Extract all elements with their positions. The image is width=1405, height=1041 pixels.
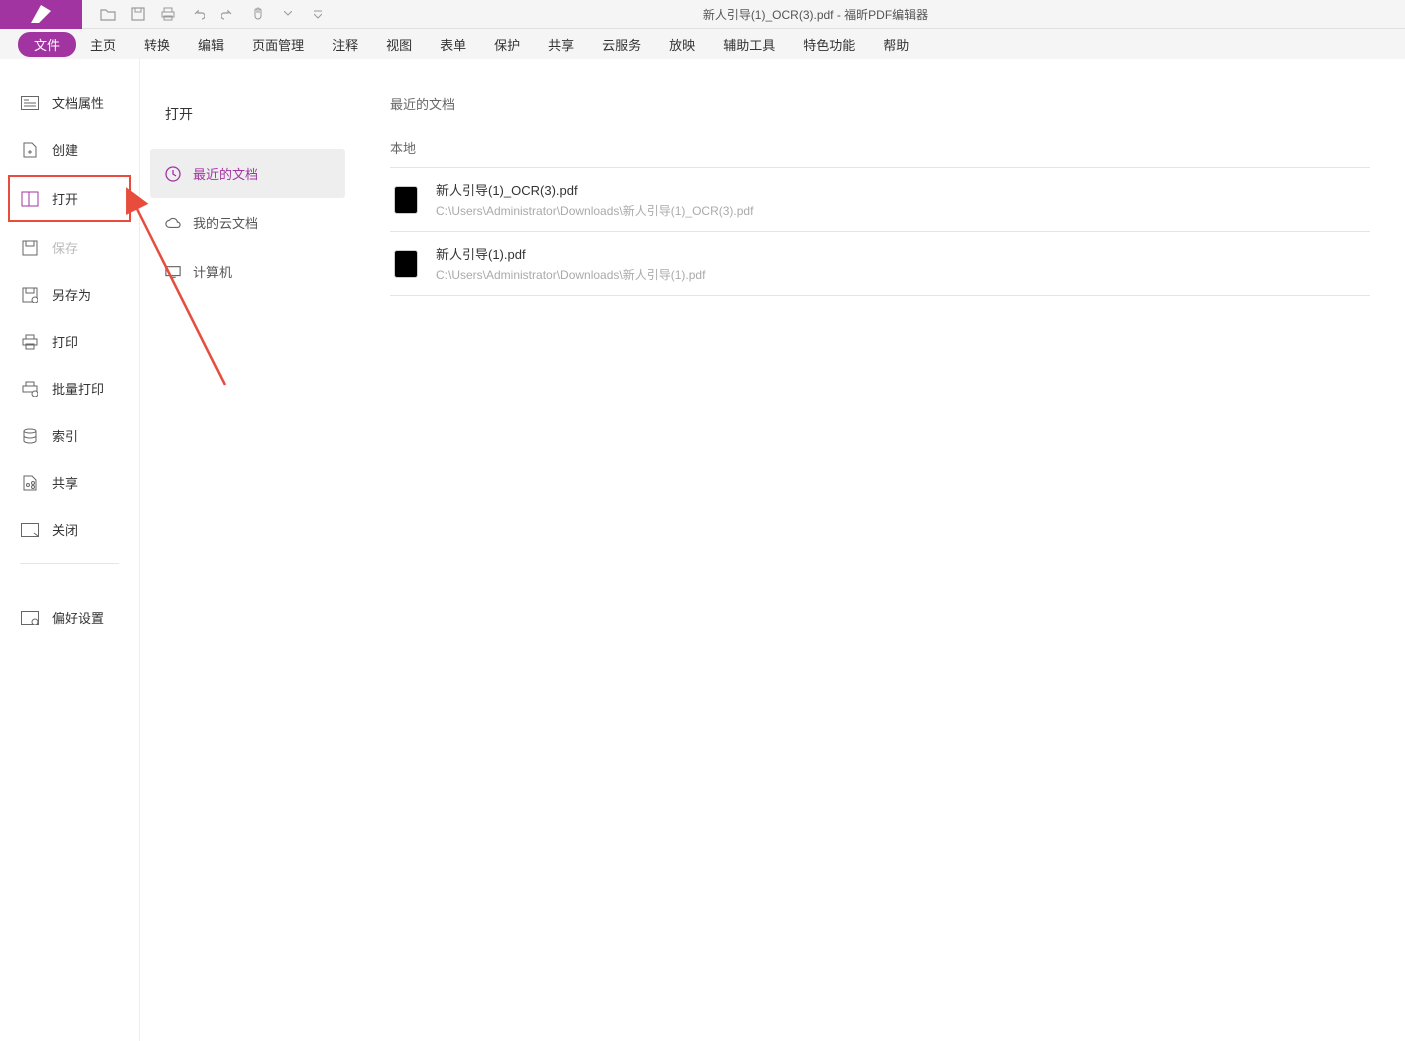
file-name: 新人引导(1)_OCR(3).pdf xyxy=(436,180,1366,199)
dropdown-icon[interactable] xyxy=(280,6,296,22)
create-icon xyxy=(20,142,40,158)
sidebar-item-saveas[interactable]: 另存为 xyxy=(0,271,139,318)
quick-access-toolbar xyxy=(82,6,326,22)
open-sidebar: 打开 最近的文档 我的云文档 计算机 xyxy=(140,59,355,1041)
ribbon-tabs: 文件 主页 转换 编辑 页面管理 注释 视图 表单 保护 共享 云服务 放映 辅… xyxy=(0,29,1405,59)
main-area: 文档属性 创建 打开 保存 另存为 打印 批量打印 索引 xyxy=(0,59,1405,1041)
tab-cloud[interactable]: 云服务 xyxy=(588,30,655,59)
cloud-icon xyxy=(165,215,181,231)
sidebar-item-close[interactable]: 关闭 xyxy=(0,506,139,553)
sidebar-item-properties[interactable]: 文档属性 xyxy=(0,79,139,126)
customize-icon[interactable] xyxy=(310,6,326,22)
feather-icon xyxy=(29,3,53,25)
tab-view[interactable]: 视图 xyxy=(372,30,426,59)
sidebar-label: 关闭 xyxy=(52,520,78,539)
sidebar-item-open[interactable]: 打开 xyxy=(8,175,131,222)
sidebar-label: 批量打印 xyxy=(52,379,104,398)
print-icon[interactable] xyxy=(160,6,176,22)
sidebar-label: 文档属性 xyxy=(52,93,104,112)
sidebar-item-create[interactable]: 创建 xyxy=(0,126,139,173)
tab-edit[interactable]: 编辑 xyxy=(184,30,238,59)
sidebar-item-print[interactable]: 打印 xyxy=(0,318,139,365)
tab-home[interactable]: 主页 xyxy=(76,30,130,59)
sidebar-label: 保存 xyxy=(52,238,78,257)
open-sidebar-header: 打开 xyxy=(150,94,345,134)
saveas-icon xyxy=(20,287,40,303)
sidebar-label: 共享 xyxy=(52,473,78,492)
tab-share[interactable]: 共享 xyxy=(534,30,588,59)
tab-convert[interactable]: 转换 xyxy=(130,30,184,59)
open-item-label: 计算机 xyxy=(193,262,232,281)
open-item-cloud[interactable]: 我的云文档 xyxy=(150,198,345,247)
sidebar-item-preferences[interactable]: 偏好设置 xyxy=(0,594,139,641)
recent-file-list: 新人引导(1)_OCR(3).pdf C:\Users\Administrato… xyxy=(390,167,1370,296)
recent-file-item[interactable]: 新人引导(1)_OCR(3).pdf C:\Users\Administrato… xyxy=(390,168,1370,232)
preferences-icon xyxy=(20,610,40,626)
properties-icon xyxy=(20,95,40,111)
sidebar-item-share[interactable]: 共享 xyxy=(0,459,139,506)
window-title: 新人引导(1)_OCR(3).pdf - 福昕PDF编辑器 xyxy=(326,6,1305,23)
tab-pages[interactable]: 页面管理 xyxy=(238,30,318,59)
tab-features[interactable]: 特色功能 xyxy=(789,30,869,59)
tab-form[interactable]: 表单 xyxy=(426,30,480,59)
open-icon xyxy=(20,191,40,207)
tab-file[interactable]: 文件 xyxy=(18,32,76,57)
sidebar-item-index[interactable]: 索引 xyxy=(0,412,139,459)
sidebar-label: 创建 xyxy=(52,140,78,159)
file-name: 新人引导(1).pdf xyxy=(436,244,1366,263)
app-logo xyxy=(0,0,82,29)
content-header: 最近的文档 xyxy=(390,94,1370,113)
save-icon[interactable] xyxy=(130,6,146,22)
open-item-label: 最近的文档 xyxy=(193,164,258,183)
tab-accessibility[interactable]: 辅助工具 xyxy=(709,30,789,59)
sidebar-item-save: 保存 xyxy=(0,224,139,271)
file-info: 新人引导(1)_OCR(3).pdf C:\Users\Administrato… xyxy=(436,180,1366,219)
sidebar-label: 偏好设置 xyxy=(52,608,104,627)
sidebar-label: 打印 xyxy=(52,332,78,351)
content-subheader: 本地 xyxy=(390,138,1370,157)
recent-icon xyxy=(165,166,181,182)
file-path: C:\Users\Administrator\Downloads\新人引导(1)… xyxy=(436,202,1366,219)
sidebar-label: 索引 xyxy=(52,426,78,445)
sidebar-divider xyxy=(20,563,119,564)
sidebar-label: 另存为 xyxy=(52,285,91,304)
tab-help[interactable]: 帮助 xyxy=(869,30,923,59)
computer-icon xyxy=(165,264,181,280)
close-icon xyxy=(20,522,40,538)
index-icon xyxy=(20,428,40,444)
titlebar: 新人引导(1)_OCR(3).pdf - 福昕PDF编辑器 xyxy=(0,0,1405,29)
folder-open-icon[interactable] xyxy=(100,6,116,22)
tab-protect[interactable]: 保护 xyxy=(480,30,534,59)
pdf-file-icon xyxy=(394,186,418,214)
sidebar-item-batchprint[interactable]: 批量打印 xyxy=(0,365,139,412)
hand-icon[interactable] xyxy=(250,6,266,22)
file-path: C:\Users\Administrator\Downloads\新人引导(1)… xyxy=(436,266,1366,283)
open-item-label: 我的云文档 xyxy=(193,213,258,232)
content-area: 最近的文档 本地 新人引导(1)_OCR(3).pdf C:\Users\Adm… xyxy=(355,59,1405,1041)
batchprint-icon xyxy=(20,381,40,397)
tab-comment[interactable]: 注释 xyxy=(318,30,372,59)
redo-icon[interactable] xyxy=(220,6,236,22)
open-item-recent[interactable]: 最近的文档 xyxy=(150,149,345,198)
print-icon xyxy=(20,334,40,350)
pdf-file-icon xyxy=(394,250,418,278)
share-icon xyxy=(20,475,40,491)
tab-present[interactable]: 放映 xyxy=(655,30,709,59)
save-icon xyxy=(20,240,40,256)
open-item-computer[interactable]: 计算机 xyxy=(150,247,345,296)
undo-icon[interactable] xyxy=(190,6,206,22)
sidebar-label: 打开 xyxy=(52,189,78,208)
recent-file-item[interactable]: 新人引导(1).pdf C:\Users\Administrator\Downl… xyxy=(390,232,1370,296)
file-info: 新人引导(1).pdf C:\Users\Administrator\Downl… xyxy=(436,244,1366,283)
file-menu-sidebar: 文档属性 创建 打开 保存 另存为 打印 批量打印 索引 xyxy=(0,59,140,1041)
